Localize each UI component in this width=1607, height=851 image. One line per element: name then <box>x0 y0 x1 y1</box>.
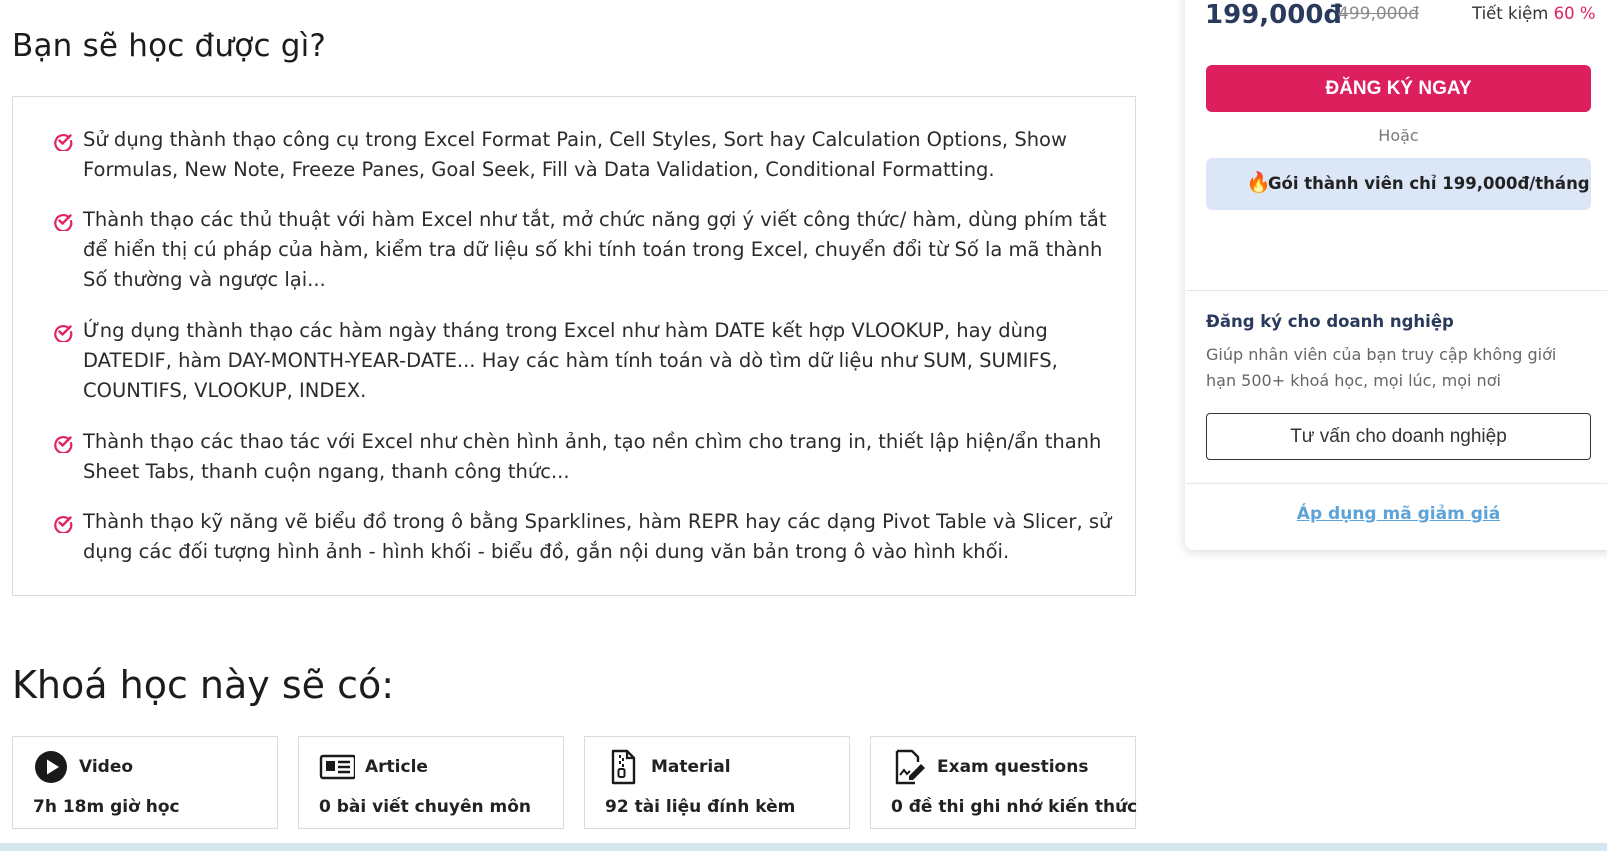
article-icon <box>319 754 355 780</box>
check-circle-icon <box>54 134 73 151</box>
feature-name: Video <box>79 757 134 777</box>
learn-list-item: Thành thạo các thủ thuật với hàm Excel n… <box>53 205 1113 295</box>
discount-text: Tiết kiệm <box>1472 4 1549 23</box>
learn-list-item: Thành thạo các thao tác với Excel như ch… <box>53 427 1113 487</box>
learn-list-item: Sử dụng thành thạo công cụ trong Excel F… <box>53 125 1113 185</box>
feature-card-video: Video 7h 18m giờ học <box>12 736 278 829</box>
learn-section-title: Bạn sẽ học được gì? <box>12 28 327 64</box>
feature-card-material: Material 92 tài liệu đính kèm <box>584 736 850 829</box>
file-zip-icon <box>611 749 636 785</box>
learn-item-text: Ứng dụng thành thạo các hàm ngày tháng t… <box>83 319 1058 402</box>
learn-list-box: Sử dụng thành thạo công cụ trong Excel F… <box>12 96 1136 596</box>
course-includes-title: Khoá học này sẽ có: <box>12 663 395 707</box>
learn-item-text: Thành thạo các thủ thuật với hàm Excel n… <box>83 208 1107 291</box>
apply-coupon-link[interactable]: Áp dụng mã giảm giá <box>1206 504 1591 524</box>
course-price: 199,000đ <box>1205 0 1343 30</box>
check-circle-icon <box>54 214 73 231</box>
panel-divider <box>1186 290 1607 291</box>
os-taskbar <box>0 843 1607 851</box>
panel-divider <box>1186 483 1607 484</box>
feature-name: Exam questions <box>937 757 1089 777</box>
play-circle-icon <box>35 751 67 783</box>
feature-card-article: Article 0 bài viết chuyên môn <box>298 736 564 829</box>
check-circle-icon <box>54 516 73 533</box>
feature-name: Article <box>365 757 428 777</box>
business-description: Giúp nhân viên của bạn truy cập không gi… <box>1206 345 1557 390</box>
learn-list-item: Thành thạo kỹ năng vẽ biểu đồ trong ô bằ… <box>53 507 1113 567</box>
learn-list-item: Ứng dụng thành thạo các hàm ngày tháng t… <box>53 316 1113 406</box>
business-title: Đăng ký cho doanh nghiệp <box>1206 312 1454 331</box>
feature-desc: 0 đề thi ghi nhớ kiến thức <box>891 797 1138 817</box>
learn-item-text: Thành thạo kỹ năng vẽ biểu đồ trong ô bằ… <box>83 510 1112 563</box>
feature-name: Material <box>651 757 731 777</box>
membership-button[interactable]: 🔥 Gói thành viên chỉ 199,000đ/tháng <box>1206 158 1591 210</box>
membership-label: Gói thành viên chỉ 199,000đ/tháng <box>1268 174 1590 193</box>
register-now-button[interactable]: ĐĂNG KÝ NGAY <box>1206 65 1591 112</box>
feature-desc: 7h 18m giờ học <box>33 797 180 817</box>
edit-document-icon <box>895 749 925 785</box>
discount-percent: 60 % <box>1553 4 1596 23</box>
business-consult-button[interactable]: Tư vấn cho doanh nghiệp <box>1206 413 1591 460</box>
learn-item-text: Thành thạo các thao tác với Excel như ch… <box>83 430 1102 483</box>
discount-label: Tiết kiệm 60 % <box>1472 4 1596 23</box>
or-separator: Hoặc <box>1378 126 1419 145</box>
feature-desc: 92 tài liệu đính kèm <box>605 797 796 817</box>
check-circle-icon <box>54 325 73 342</box>
learn-item-text: Sử dụng thành thạo công cụ trong Excel F… <box>83 128 1067 181</box>
original-price: 499,000đ <box>1338 4 1420 24</box>
check-circle-icon <box>54 436 73 453</box>
feature-desc: 0 bài viết chuyên môn <box>319 797 532 817</box>
feature-card-exam: Exam questions 0 đề thi ghi nhớ kiến thứ… <box>870 736 1138 829</box>
